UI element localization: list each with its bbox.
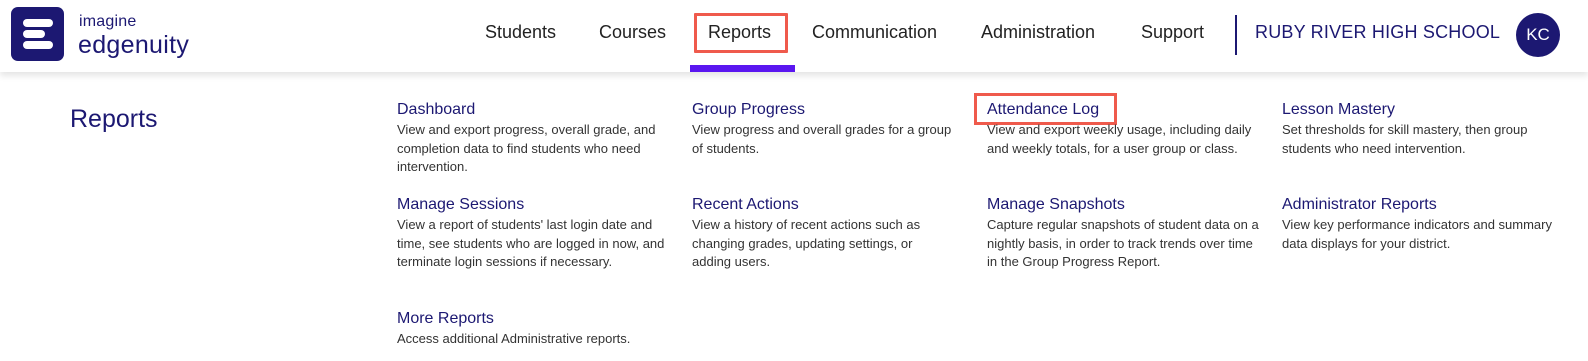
report-desc: Set thresholds for skill mastery, then g… xyxy=(1282,122,1528,156)
report-desc: View and export progress, overall grade,… xyxy=(397,122,656,174)
report-desc: Capture regular snapshots of student dat… xyxy=(987,217,1259,269)
logo-text-imagine: imagine xyxy=(79,13,137,30)
nav-active-indicator xyxy=(690,65,795,72)
report-card-administrator-reports: Administrator Reports View key performan… xyxy=(1282,195,1552,253)
nav-students[interactable]: Students xyxy=(485,22,556,43)
logo-bar-middle xyxy=(23,30,45,38)
logo-text-edgenuity: edgenuity xyxy=(78,31,190,59)
report-link-manage-sessions[interactable]: Manage Sessions xyxy=(397,195,667,215)
report-card-recent-actions: Recent Actions View a history of recent … xyxy=(692,195,954,272)
report-card-attendance-log: Attendance Log View and export weekly us… xyxy=(987,100,1267,158)
report-card-more-reports: More Reports Access additional Administr… xyxy=(397,309,687,349)
nav-reports[interactable]: Reports xyxy=(708,22,771,43)
user-avatar[interactable]: KC xyxy=(1516,13,1560,57)
school-name[interactable]: RUBY RIVER HIGH SCHOOL xyxy=(1255,22,1500,43)
report-desc: View key performance indicators and summ… xyxy=(1282,217,1552,251)
report-desc: Access additional Administrative reports… xyxy=(397,331,631,346)
report-link-attendance-log[interactable]: Attendance Log xyxy=(987,100,1267,120)
report-card-dashboard: Dashboard View and export progress, over… xyxy=(397,100,672,177)
report-desc: View a report of students' last login da… xyxy=(397,217,665,269)
report-desc: View progress and overall grades for a g… xyxy=(692,122,952,156)
report-link-more-reports[interactable]: More Reports xyxy=(397,309,687,329)
nav-communication[interactable]: Communication xyxy=(812,22,937,43)
nav-divider xyxy=(1235,15,1237,55)
report-link-recent-actions[interactable]: Recent Actions xyxy=(692,195,954,215)
panel-title: Reports xyxy=(70,105,158,133)
edgenuity-logo-icon[interactable] xyxy=(11,7,64,61)
report-card-manage-snapshots: Manage Snapshots Capture regular snapsho… xyxy=(987,195,1259,272)
report-card-manage-sessions: Manage Sessions View a report of student… xyxy=(397,195,667,272)
report-link-administrator-reports[interactable]: Administrator Reports xyxy=(1282,195,1552,215)
report-card-lesson-mastery: Lesson Mastery Set thresholds for skill … xyxy=(1282,100,1567,158)
logo-bar-top xyxy=(23,19,53,27)
report-link-manage-snapshots[interactable]: Manage Snapshots xyxy=(987,195,1259,215)
nav-administration[interactable]: Administration xyxy=(981,22,1095,43)
logo-bar-bottom xyxy=(23,41,53,49)
report-link-group-progress[interactable]: Group Progress xyxy=(692,100,952,120)
report-desc: View and export weekly usage, including … xyxy=(987,122,1252,156)
nav-courses[interactable]: Courses xyxy=(599,22,666,43)
report-card-group-progress: Group Progress View progress and overall… xyxy=(692,100,952,158)
top-navigation-bar: imagine edgenuity Students Courses Repor… xyxy=(0,0,1588,72)
report-link-lesson-mastery[interactable]: Lesson Mastery xyxy=(1282,100,1567,120)
nav-support[interactable]: Support xyxy=(1141,22,1204,43)
report-desc: View a history of recent actions such as… xyxy=(692,217,921,269)
report-link-dashboard[interactable]: Dashboard xyxy=(397,100,672,120)
